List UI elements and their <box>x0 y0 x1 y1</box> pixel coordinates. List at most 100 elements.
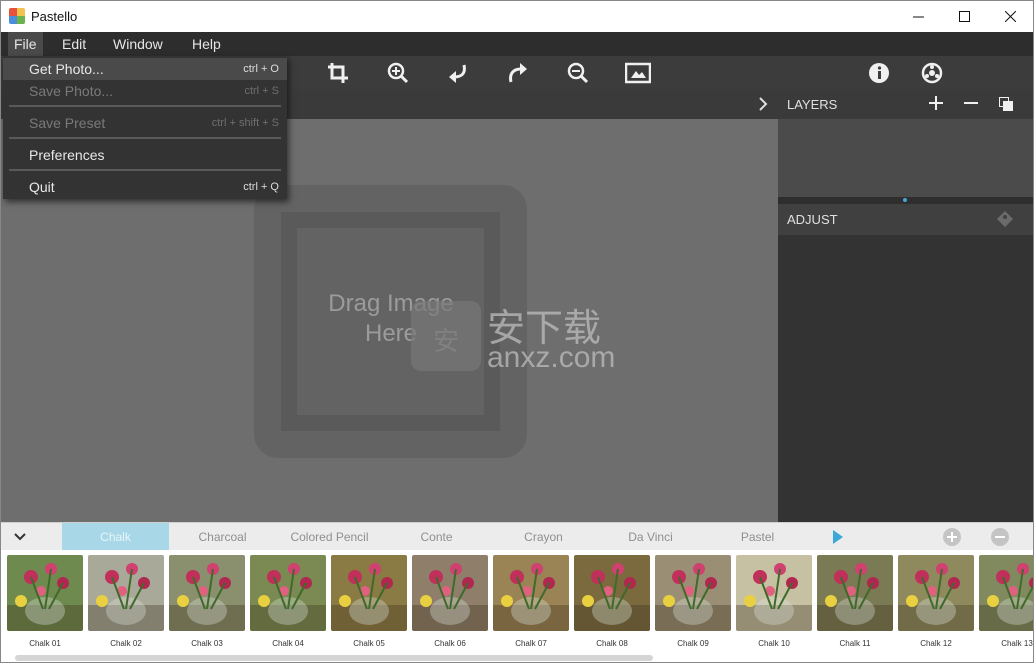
menu-get-photo[interactable]: Get Photo... ctrl + O <box>3 58 287 80</box>
layers-title: LAYERS <box>787 97 838 112</box>
menu-save-preset[interactable]: Save Preset ctrl + shift + S <box>3 112 287 134</box>
expand-panel-button[interactable] <box>757 96 769 117</box>
watermark-en-text: anxz.com <box>487 341 616 374</box>
settings-button[interactable] <box>918 59 946 87</box>
chevron-down-icon <box>14 533 26 541</box>
preset-preview-image <box>412 555 488 631</box>
preset-thumbnail[interactable] <box>412 555 488 631</box>
preset-label: Chalk 08 <box>596 639 628 648</box>
watermark-badge: 安 <box>433 326 460 356</box>
menu-save-photo-label: Save Photo... <box>29 83 114 99</box>
chevron-right-icon <box>759 97 768 111</box>
menu-save-photo[interactable]: Save Photo... ctrl + S <box>3 80 287 102</box>
pastello-window: Pastello File Edit Window Help Drag Imag… <box>0 0 1034 663</box>
zoom-out-button[interactable] <box>564 59 592 87</box>
menu-preferences[interactable]: Preferences <box>3 144 287 166</box>
minimize-icon <box>912 16 924 18</box>
menu-file[interactable]: File <box>8 32 43 56</box>
minimize-button[interactable] <box>895 1 941 32</box>
fit-image-button[interactable] <box>624 59 652 87</box>
thumbnails-scrollbar[interactable] <box>15 655 653 661</box>
undo-button[interactable] <box>444 59 472 87</box>
preset-thumbnail[interactable] <box>7 555 83 631</box>
preset-preview-image <box>169 555 245 631</box>
redo-button[interactable] <box>504 59 532 87</box>
add-layer-button[interactable] <box>929 96 943 115</box>
preset-thumbnail[interactable] <box>655 555 731 631</box>
file-menu-dropdown: Get Photo... ctrl + O Save Photo... ctrl… <box>3 56 287 199</box>
info-button[interactable] <box>865 59 893 87</box>
tab-pastel[interactable]: Pastel <box>704 523 811 551</box>
window-title: Pastello <box>31 9 78 24</box>
panel-splitter-handle[interactable] <box>903 198 907 202</box>
crop-button[interactable] <box>324 59 352 87</box>
preset-preview-image <box>574 555 650 631</box>
preset-preview-image <box>817 555 893 631</box>
adjust-panel <box>778 235 1033 522</box>
tab-colored-pencil[interactable]: Colored Pencil <box>276 523 383 551</box>
preset-thumbnail[interactable] <box>493 555 569 631</box>
menu-edit[interactable]: Edit <box>56 32 92 56</box>
filter-tab-strip: Chalk Charcoal Colored Pencil Conte Cray… <box>1 522 1033 552</box>
preset-label: Chalk 13 <box>1001 639 1033 648</box>
fit-image-icon <box>625 62 651 84</box>
close-icon <box>1004 11 1016 22</box>
adjust-preset-button[interactable] <box>996 210 1014 233</box>
minus-circle-icon <box>991 528 1009 546</box>
preset-label: Chalk 07 <box>515 639 547 648</box>
zoom-in-button[interactable] <box>384 59 412 87</box>
tab-da-vinci[interactable]: Da Vinci <box>597 523 704 551</box>
remove-preset-button[interactable] <box>990 527 1010 552</box>
preset-preview-image <box>250 555 326 631</box>
duplicate-layer-button[interactable] <box>999 97 1013 116</box>
preset-preview-image <box>898 555 974 631</box>
menu-get-photo-label: Get Photo... <box>29 61 104 77</box>
undo-icon <box>449 64 466 83</box>
menu-window[interactable]: Window <box>107 32 169 56</box>
menu-get-photo-shortcut: ctrl + O <box>243 63 279 75</box>
preset-thumbnail[interactable] <box>250 555 326 631</box>
menu-save-preset-shortcut: ctrl + shift + S <box>211 117 279 129</box>
tab-conte[interactable]: Conte <box>383 523 490 551</box>
preset-label: Chalk 01 <box>29 639 61 648</box>
collapse-presets-button[interactable] <box>9 528 31 546</box>
close-button[interactable] <box>987 1 1033 32</box>
add-preset-button[interactable] <box>942 527 962 552</box>
preset-label: Chalk 12 <box>920 639 952 648</box>
tab-charcoal[interactable]: Charcoal <box>169 523 276 551</box>
watermark-shield-icon: 安 <box>411 301 481 371</box>
preset-thumbnail[interactable] <box>736 555 812 631</box>
preset-thumbnail[interactable] <box>169 555 245 631</box>
preset-label: Chalk 05 <box>353 639 385 648</box>
settings-icon <box>921 62 943 84</box>
minus-icon <box>964 102 978 104</box>
preset-thumbnail[interactable] <box>88 555 164 631</box>
app-logo-icon <box>9 8 25 24</box>
preset-label: Chalk 06 <box>434 639 466 648</box>
preset-label: Chalk 04 <box>272 639 304 648</box>
menu-help[interactable]: Help <box>186 32 227 56</box>
preset-label: Chalk 02 <box>110 639 142 648</box>
plus-circle-icon <box>943 528 961 546</box>
layers-list[interactable] <box>778 119 1033 197</box>
remove-layer-button[interactable] <box>964 96 978 115</box>
maximize-button[interactable] <box>941 1 987 32</box>
menu-preferences-label: Preferences <box>29 147 105 163</box>
tab-crayon[interactable]: Crayon <box>490 523 597 551</box>
menu-quit-label: Quit <box>29 179 55 195</box>
menu-quit[interactable]: Quit ctrl + Q <box>3 176 287 198</box>
preset-thumbnail[interactable] <box>898 555 974 631</box>
preset-thumbnail[interactable] <box>979 555 1033 631</box>
redo-icon <box>509 63 527 83</box>
menu-save-photo-shortcut: ctrl + S <box>244 85 279 97</box>
duplicate-icon <box>999 97 1013 111</box>
preset-thumbnails: Chalk 01 Chalk 02 Chalk 03 Chalk 04 Chalk 05… <box>1 550 1033 662</box>
tab-chalk[interactable]: Chalk <box>62 523 169 551</box>
preset-thumbnail[interactable] <box>331 555 407 631</box>
crop-icon <box>328 63 348 83</box>
preset-thumbnail[interactable] <box>574 555 650 631</box>
menu-quit-shortcut: ctrl + Q <box>243 181 279 193</box>
next-tabs-button[interactable] <box>832 530 844 549</box>
watermark: 安 安下载 anxz.com <box>411 297 625 377</box>
preset-thumbnail[interactable] <box>817 555 893 631</box>
